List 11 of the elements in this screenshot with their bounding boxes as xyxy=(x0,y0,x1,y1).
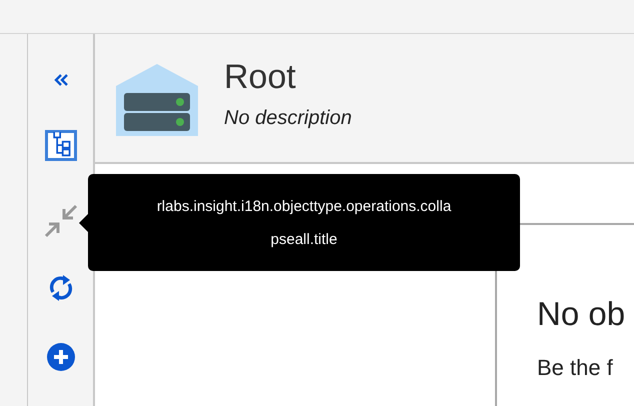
server-icon xyxy=(116,64,198,136)
tooltip-text: rlabs.insight.i18n.objecttype.operations.colla xyxy=(156,198,452,214)
empty-state-message: Be the f xyxy=(537,355,614,381)
tree-view-button[interactable] xyxy=(44,130,76,162)
object-description: No description xyxy=(224,107,352,130)
tooltip-text: pseall.title xyxy=(270,230,338,248)
empty-state-title: No ob xyxy=(537,295,626,333)
plus-circle-icon xyxy=(46,342,74,370)
double-chevron-left-icon xyxy=(52,73,68,88)
collapse-arrows-icon xyxy=(44,204,78,238)
object-title: Root xyxy=(224,58,297,97)
